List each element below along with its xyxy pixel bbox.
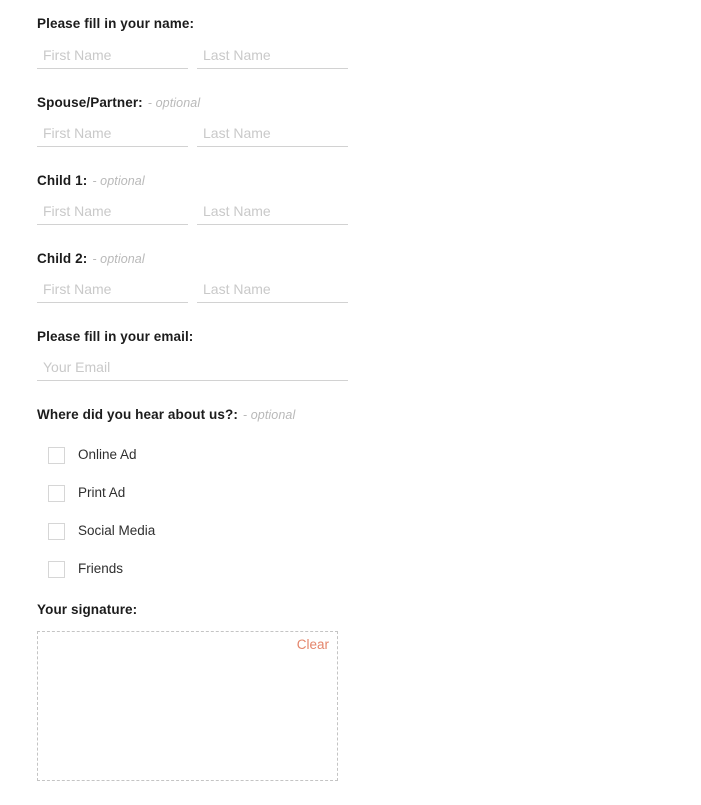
signature-canvas[interactable]: Clear — [37, 631, 338, 781]
child1-input-row — [37, 200, 348, 225]
child1-section-label-text: Child 1: — [37, 173, 88, 188]
spouse-section-label-text: Spouse/Partner: — [37, 95, 143, 110]
child2-first-field-wrapper — [37, 278, 188, 303]
name-last-input[interactable] — [197, 44, 348, 69]
spouse-first-input[interactable] — [37, 122, 188, 147]
child1-last-input[interactable] — [197, 200, 348, 225]
hear-about-section-label: Where did you hear about us?: - optional — [37, 408, 295, 422]
checkbox-friends[interactable] — [48, 560, 65, 578]
child2-last-input[interactable] — [197, 278, 348, 303]
checkbox-social-media[interactable] — [48, 522, 65, 540]
name-input-row — [37, 44, 348, 69]
child2-last-field-wrapper — [197, 278, 348, 303]
checkbox-online-ad[interactable] — [48, 446, 65, 464]
hear-about-section-label-text: Where did you hear about us?: — [37, 407, 238, 422]
checkbox-label-print-ad: Print Ad — [78, 485, 126, 501]
signature-section-label: Your signature: — [37, 603, 137, 617]
name-first-field-wrapper — [37, 44, 188, 69]
hear-about-optional-tag: - optional — [242, 408, 296, 422]
child2-optional-tag: - optional — [92, 252, 145, 266]
email-input-row — [37, 356, 348, 381]
checkbox-row-social-media[interactable]: Social Media — [37, 512, 155, 550]
signature-pad-wrapper: Clear — [37, 631, 338, 781]
checkbox-row-online-ad[interactable]: Online Ad — [37, 436, 155, 474]
spouse-optional-tag: - optional — [147, 96, 201, 110]
child1-optional-tag: - optional — [92, 174, 145, 188]
child2-first-input[interactable] — [37, 278, 188, 303]
spouse-first-field-wrapper — [37, 122, 188, 147]
signature-clear-button[interactable]: Clear — [297, 636, 329, 655]
name-section-label-text: Please fill in your name: — [37, 16, 195, 31]
checkbox-label-online-ad: Online Ad — [78, 447, 137, 463]
hear-about-checkbox-group: Online Ad Print Ad Social Media Friends — [37, 436, 155, 588]
checkbox-label-social-media: Social Media — [78, 523, 156, 539]
child2-section-label-text: Child 2: — [37, 251, 88, 266]
child1-first-input[interactable] — [37, 200, 188, 225]
name-first-input[interactable] — [37, 44, 188, 69]
name-last-field-wrapper — [197, 44, 348, 69]
email-input[interactable] — [37, 356, 348, 381]
child1-last-field-wrapper — [197, 200, 348, 225]
email-section-label: Please fill in your email: — [37, 330, 193, 344]
child2-input-row — [37, 278, 348, 303]
spouse-input-row — [37, 122, 348, 147]
spouse-section-label: Spouse/Partner: - optional — [37, 96, 200, 110]
spouse-last-input[interactable] — [197, 122, 348, 147]
child1-section-label: Child 1: - optional — [37, 174, 145, 188]
email-section-label-text: Please fill in your email: — [37, 329, 194, 344]
checkbox-print-ad[interactable] — [48, 484, 65, 502]
child1-first-field-wrapper — [37, 200, 188, 225]
spouse-last-field-wrapper — [197, 122, 348, 147]
checkbox-row-print-ad[interactable]: Print Ad — [37, 474, 155, 512]
checkbox-row-friends[interactable]: Friends — [37, 550, 155, 588]
checkbox-label-friends: Friends — [78, 561, 124, 577]
name-section-label: Please fill in your name: — [37, 17, 194, 31]
signature-section-label-text: Your signature: — [37, 602, 138, 617]
child2-section-label: Child 2: - optional — [37, 252, 145, 266]
